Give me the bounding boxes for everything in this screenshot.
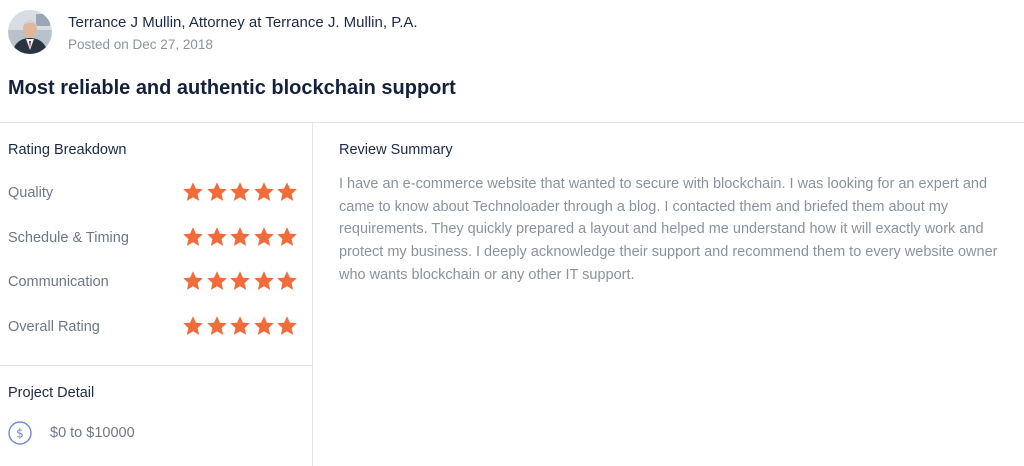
star-rating [182,226,300,248]
review-card: Terrance J Mullin, Attorney at Terrance … [0,0,1024,466]
star-icon [229,181,251,203]
budget-value: $0 to $10000 [50,425,135,441]
star-icon [229,226,251,248]
star-icon [206,226,228,248]
rating-row-quality: Quality [8,181,298,205]
divider [0,365,312,366]
rating-label: Schedule & Timing [8,230,129,246]
star-icon [276,315,298,337]
reviewer-header: Terrance J Mullin, Attorney at Terrance … [8,10,418,54]
star-icon [276,181,298,203]
star-icon [253,315,275,337]
star-icon [276,270,298,292]
star-rating [182,181,300,203]
star-icon [229,315,251,337]
rating-breakdown-title: Rating Breakdown [8,142,127,158]
star-icon [253,270,275,292]
budget-row: $ $0 to $10000 [8,421,135,445]
star-icon [276,226,298,248]
person-portrait-icon [8,10,52,54]
star-icon [182,315,204,337]
dollar-icon: $ [8,421,32,445]
avatar [8,10,52,54]
rating-label: Communication [8,274,109,290]
svg-text:$: $ [16,427,24,441]
star-rating [182,315,300,337]
star-icon [253,181,275,203]
reviewer-name: Terrance J Mullin, Attorney at Terrance … [68,14,418,31]
star-icon [182,181,204,203]
rating-label: Quality [8,185,54,201]
star-icon [182,270,204,292]
divider [0,122,1024,123]
rating-row-overall: Overall Rating [8,315,298,339]
star-rating [182,270,300,292]
review-summary-text: I have an e-commerce website that wanted… [339,176,998,283]
star-icon [206,270,228,292]
star-icon [206,181,228,203]
review-headline: Most reliable and authentic blockchain s… [8,77,456,99]
project-detail-title: Project Detail [8,385,95,401]
star-icon [182,226,204,248]
rating-row-schedule-timing: Schedule & Timing [8,226,298,250]
review-summary-title: Review Summary [339,142,453,158]
star-icon [253,226,275,248]
rating-label: Overall Rating [8,319,100,335]
star-icon [229,270,251,292]
column-divider [312,123,313,466]
star-icon [206,315,228,337]
posted-date: Posted on Dec 27, 2018 [68,37,213,52]
rating-row-communication: Communication [8,270,298,294]
